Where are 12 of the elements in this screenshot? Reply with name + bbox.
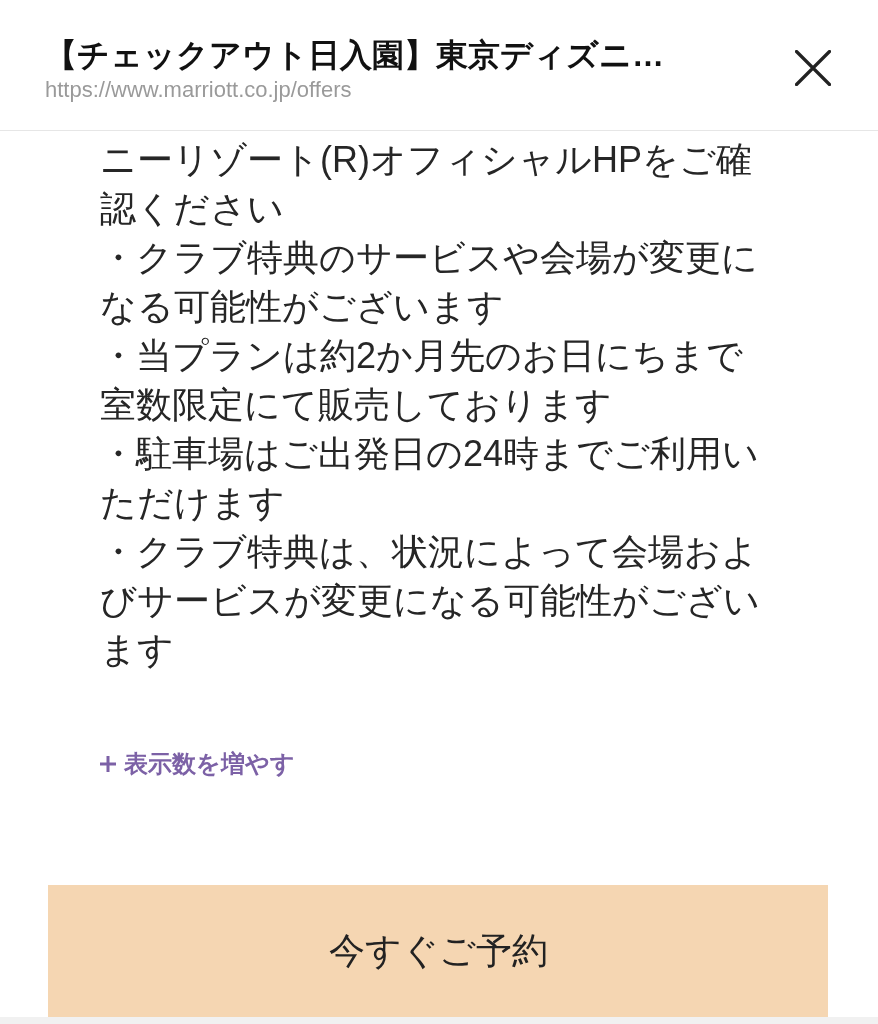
note-text: ・駐車場はご出発日の24時までご利用いただけます [100, 432, 760, 525]
note-text: ・当プランは約2か月先のお日にちまで室数限定にて販売しております [100, 334, 745, 427]
note-text: ニーリゾート(R)オフィシャルHPをご確認ください [100, 138, 753, 231]
page-title: 【チェックアウト日入園】東京ディズニ… [45, 36, 664, 74]
page-url: https://www.marriott.co.jp/offers [45, 76, 353, 104]
close-icon [795, 50, 831, 86]
note-text: ・クラブ特典のサービスや会場が変更になる可能性がございます [100, 236, 759, 329]
close-button[interactable] [793, 48, 833, 88]
show-more-link[interactable]: 表示数を増やす [100, 748, 295, 780]
reserve-button[interactable]: 今すぐご予約 [48, 885, 828, 1017]
note-text: ・クラブ特典は、状況によって会場およびサービスが変更になる可能性がございます [100, 530, 760, 672]
plus-icon [100, 756, 116, 772]
